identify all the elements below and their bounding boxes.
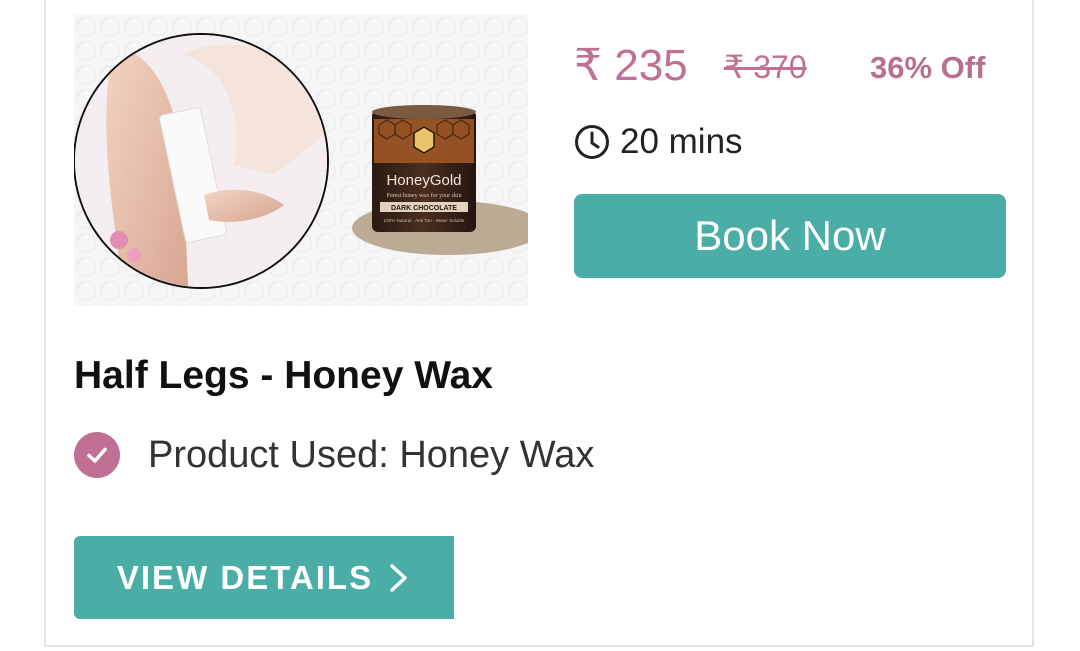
product-used: Product Used: Honey Wax [74,428,594,482]
clock-icon [575,125,609,159]
chevron-right-icon [390,563,407,592]
view-details-button[interactable]: VIEW DETAILS [74,536,454,619]
product-used-text: Product Used: Honey Wax [148,433,595,476]
service-image[interactable]: HoneyGold Purest honey wax for your skin… [74,15,528,306]
discount-badge: 36% Off [870,50,986,85]
duration: 20 mins [574,118,743,166]
service-title: Half Legs - Honey Wax [74,354,493,397]
price-original: ₹ 370 [724,49,807,85]
tin-brand-text: HoneyGold [386,172,461,189]
tin-variant-text: DARK CHOCOLATE [391,205,457,212]
view-details-label: VIEW DETAILS [116,558,374,596]
price-current: ₹ 235 [574,41,688,90]
wax-tin: HoneyGold Purest honey wax for your skin… [352,105,528,255]
book-now-button[interactable]: Book Now [574,194,1006,278]
waxing-photo [74,33,329,289]
service-illustration: HoneyGold Purest honey wax for your skin… [74,33,528,289]
check-circle-icon [74,432,120,478]
tin-claims-text: 100% Natural · Anti Tan · Water Soluble [384,218,465,223]
tin-tagline-text: Purest honey wax for your skin [386,192,461,199]
duration-text: 20 mins [620,122,743,161]
price-row: ₹ 235 ₹ 370 36% Off [574,38,1004,98]
